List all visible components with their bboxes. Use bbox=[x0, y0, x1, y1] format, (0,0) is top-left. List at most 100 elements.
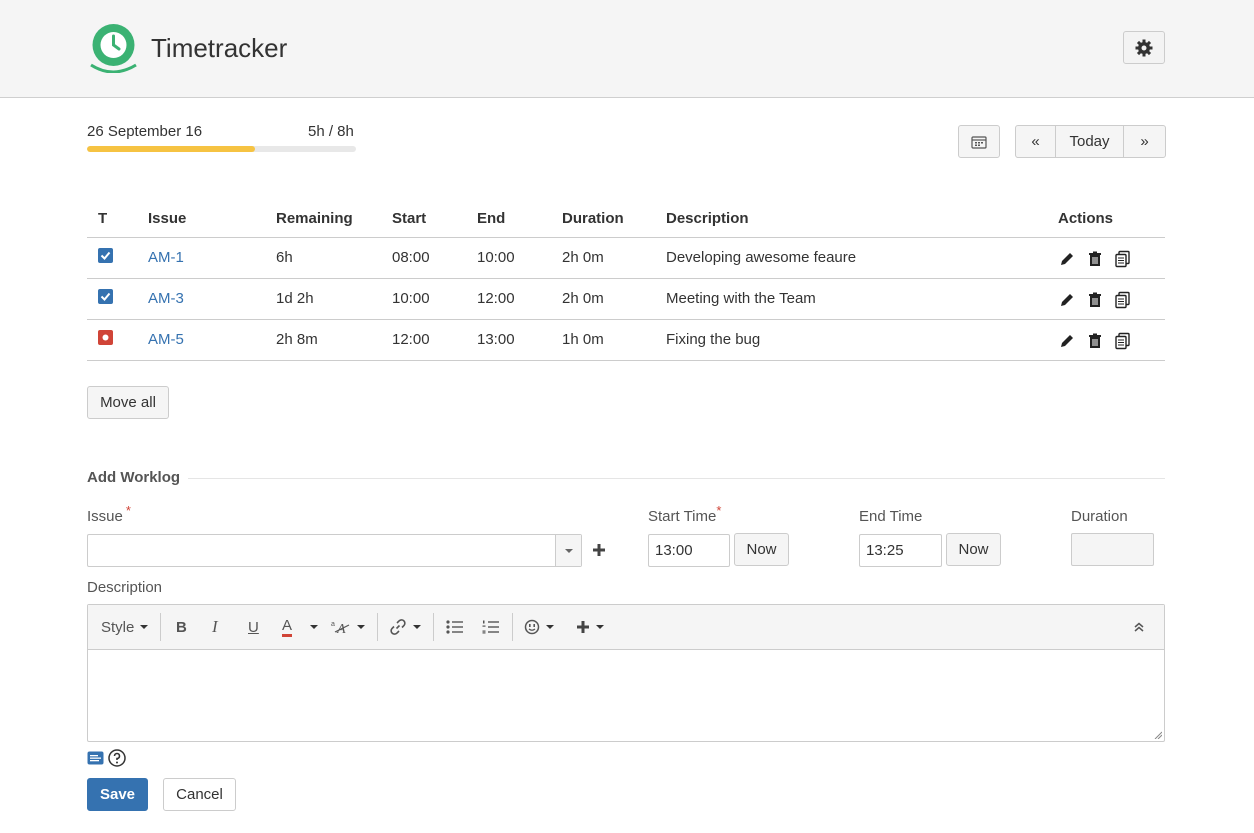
start-cell: 12:00 bbox=[392, 319, 477, 361]
column-header: End bbox=[477, 200, 562, 238]
link-icon bbox=[390, 619, 406, 635]
link-button[interactable] bbox=[389, 605, 421, 649]
worklog-table: T Issue Remaining Start End Duration Des… bbox=[87, 200, 1165, 361]
edit-pencil-icon[interactable] bbox=[1058, 250, 1076, 268]
bullet-list-icon bbox=[446, 620, 463, 634]
task-type-icon bbox=[98, 288, 113, 304]
save-button[interactable]: Save bbox=[87, 778, 148, 811]
column-header: Description bbox=[666, 200, 1058, 238]
day-progress-fill bbox=[87, 146, 256, 152]
numbered-list-button[interactable] bbox=[482, 605, 500, 649]
issue-type-cell bbox=[87, 237, 148, 279]
issue-label: Issue * bbox=[87, 503, 131, 525]
text-color-button[interactable]: A bbox=[282, 605, 293, 649]
delete-trash-icon[interactable] bbox=[1086, 250, 1104, 268]
bold-button[interactable]: B bbox=[176, 605, 187, 649]
remaining-cell: 1d 2h bbox=[276, 278, 392, 320]
calendar-button[interactable] bbox=[958, 125, 1000, 158]
toolbar-separator bbox=[377, 613, 378, 641]
issue-link[interactable]: AM-3 bbox=[148, 278, 276, 320]
column-header: Duration bbox=[562, 200, 666, 238]
end-time-label: End Time bbox=[859, 508, 923, 525]
task-type-icon bbox=[98, 247, 113, 263]
duration-input[interactable] bbox=[1071, 533, 1154, 566]
end-now-button[interactable]: Now bbox=[946, 533, 1001, 566]
table-row: AM-1 6h 08:00 10:00 2h 0m Developing awe… bbox=[87, 237, 1165, 279]
app-title: Timetracker bbox=[151, 33, 288, 63]
required-marker: * bbox=[716, 503, 722, 518]
description-cell: Meeting with the Team bbox=[666, 278, 1058, 320]
table-row: AM-5 2h 8m 12:00 13:00 1h 0m Fixing the … bbox=[87, 319, 1165, 361]
table-row: AM-3 1d 2h 10:00 12:00 2h 0m Meeting wit… bbox=[87, 278, 1165, 320]
end-cell: 13:00 bbox=[477, 319, 562, 361]
start-cell: 08:00 bbox=[392, 237, 477, 279]
collapse-toolbar-button[interactable] bbox=[1134, 605, 1144, 649]
day-progress-bar bbox=[87, 146, 356, 152]
resize-grip-icon[interactable] bbox=[1154, 731, 1162, 739]
date-navigation: « Today » bbox=[1015, 125, 1166, 158]
current-date: 26 September 16 bbox=[87, 123, 203, 140]
description-cell: Developing awesome feaure bbox=[666, 237, 1058, 279]
duration-label: Duration bbox=[1071, 508, 1128, 525]
clear-format-icon: aA bbox=[331, 621, 350, 635]
copy-icon[interactable] bbox=[1114, 250, 1132, 268]
column-header: Actions bbox=[1058, 200, 1165, 238]
issue-type-cell bbox=[87, 278, 148, 320]
underline-button[interactable]: U bbox=[248, 605, 259, 649]
remaining-cell: 6h bbox=[276, 237, 392, 279]
toolbar-separator bbox=[160, 613, 161, 641]
next-day-button[interactable]: » bbox=[1123, 125, 1166, 158]
text-format-button[interactable]: aA bbox=[331, 605, 365, 649]
clock-logo-icon bbox=[90, 24, 137, 73]
editor-footer-icons bbox=[87, 749, 126, 767]
plus-icon bbox=[577, 621, 589, 633]
bug-type-icon bbox=[98, 329, 113, 345]
add-issue-plus-icon[interactable] bbox=[592, 543, 606, 557]
settings-button[interactable] bbox=[1123, 31, 1165, 64]
cancel-button[interactable]: Cancel bbox=[163, 778, 236, 811]
required-marker: * bbox=[125, 503, 131, 518]
actions-cell bbox=[1058, 319, 1165, 361]
text-mode-icon[interactable] bbox=[87, 751, 104, 765]
toolbar-separator bbox=[433, 613, 434, 641]
start-time-input[interactable]: 13:00 bbox=[648, 534, 730, 567]
actions-cell bbox=[1058, 237, 1165, 279]
copy-icon[interactable] bbox=[1114, 332, 1132, 350]
delete-trash-icon[interactable] bbox=[1086, 291, 1104, 309]
double-chevron-up-icon bbox=[1134, 622, 1144, 632]
issue-link[interactable]: AM-1 bbox=[148, 237, 276, 279]
column-header: Remaining bbox=[276, 200, 392, 238]
dropdown-arrow-icon[interactable] bbox=[555, 535, 581, 566]
bullet-list-button[interactable] bbox=[446, 605, 464, 649]
issue-type-cell bbox=[87, 319, 148, 361]
issue-link[interactable]: AM-5 bbox=[148, 319, 276, 361]
insert-more-button[interactable] bbox=[576, 605, 604, 649]
start-cell: 10:00 bbox=[392, 278, 477, 320]
text-color-dropdown[interactable] bbox=[305, 605, 318, 649]
section-divider bbox=[188, 478, 1165, 479]
copy-icon[interactable] bbox=[1114, 291, 1132, 309]
today-button[interactable]: Today bbox=[1055, 125, 1124, 158]
end-cell: 12:00 bbox=[477, 278, 562, 320]
end-time-input[interactable]: 13:25 bbox=[859, 534, 942, 567]
edit-pencil-icon[interactable] bbox=[1058, 332, 1076, 350]
move-all-button[interactable]: Move all bbox=[87, 386, 169, 419]
edit-pencil-icon[interactable] bbox=[1058, 291, 1076, 309]
add-worklog-heading: Add Worklog bbox=[87, 469, 181, 486]
duration-cell: 1h 0m bbox=[562, 319, 666, 361]
italic-button[interactable]: I bbox=[212, 605, 218, 649]
toolbar-separator bbox=[512, 613, 513, 641]
style-dropdown[interactable]: Style bbox=[101, 605, 149, 649]
description-textarea[interactable] bbox=[88, 650, 1164, 741]
start-now-button[interactable]: Now bbox=[734, 533, 789, 566]
gear-icon bbox=[1135, 39, 1153, 56]
previous-day-button[interactable]: « bbox=[1015, 125, 1056, 158]
emoticon-button[interactable] bbox=[524, 605, 554, 649]
remaining-cell: 2h 8m bbox=[276, 319, 392, 361]
help-icon[interactable] bbox=[108, 749, 126, 767]
description-cell: Fixing the bug bbox=[666, 319, 1058, 361]
duration-cell: 2h 0m bbox=[562, 237, 666, 279]
delete-trash-icon[interactable] bbox=[1086, 332, 1104, 350]
issue-select[interactable] bbox=[87, 534, 582, 567]
start-time-label: Start Time* bbox=[648, 503, 722, 525]
